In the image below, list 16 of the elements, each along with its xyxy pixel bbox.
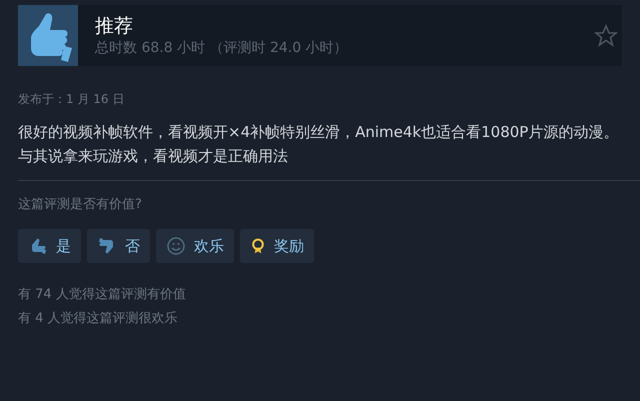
smiley-icon: [166, 236, 186, 256]
vote-count-text: 有 74 人觉得这篇评测有价值: [18, 286, 187, 304]
posted-date: 发布于：1 月 16 日: [18, 91, 126, 108]
review-text: 与其说拿来玩游戏，看视频才是正确用法: [18, 146, 289, 167]
star-icon[interactable]: [594, 24, 618, 48]
vote-count-text: 有 4 人觉得这篇评测很欢乐: [18, 310, 179, 328]
playtime-text: 总时数 68.8 小时 （评测时 24.0 小时）: [95, 38, 349, 58]
review-text: 很好的视频补帧软件，看视频开×4补帧特别丝滑，Anime4k也适合看1080P片源的动漫。: [18, 122, 620, 143]
thumbs-up-icon: [18, 5, 78, 66]
no-button[interactable]: 否: [87, 229, 150, 263]
award-button[interactable]: 奖励: [240, 229, 314, 263]
review-verdict: 推荐: [95, 14, 134, 38]
yes-button[interactable]: 是: [18, 229, 81, 263]
helpful-question: 这篇评测是否有价值?: [18, 196, 143, 213]
award-icon: [250, 236, 266, 256]
funny-button[interactable]: 欢乐: [156, 229, 234, 263]
